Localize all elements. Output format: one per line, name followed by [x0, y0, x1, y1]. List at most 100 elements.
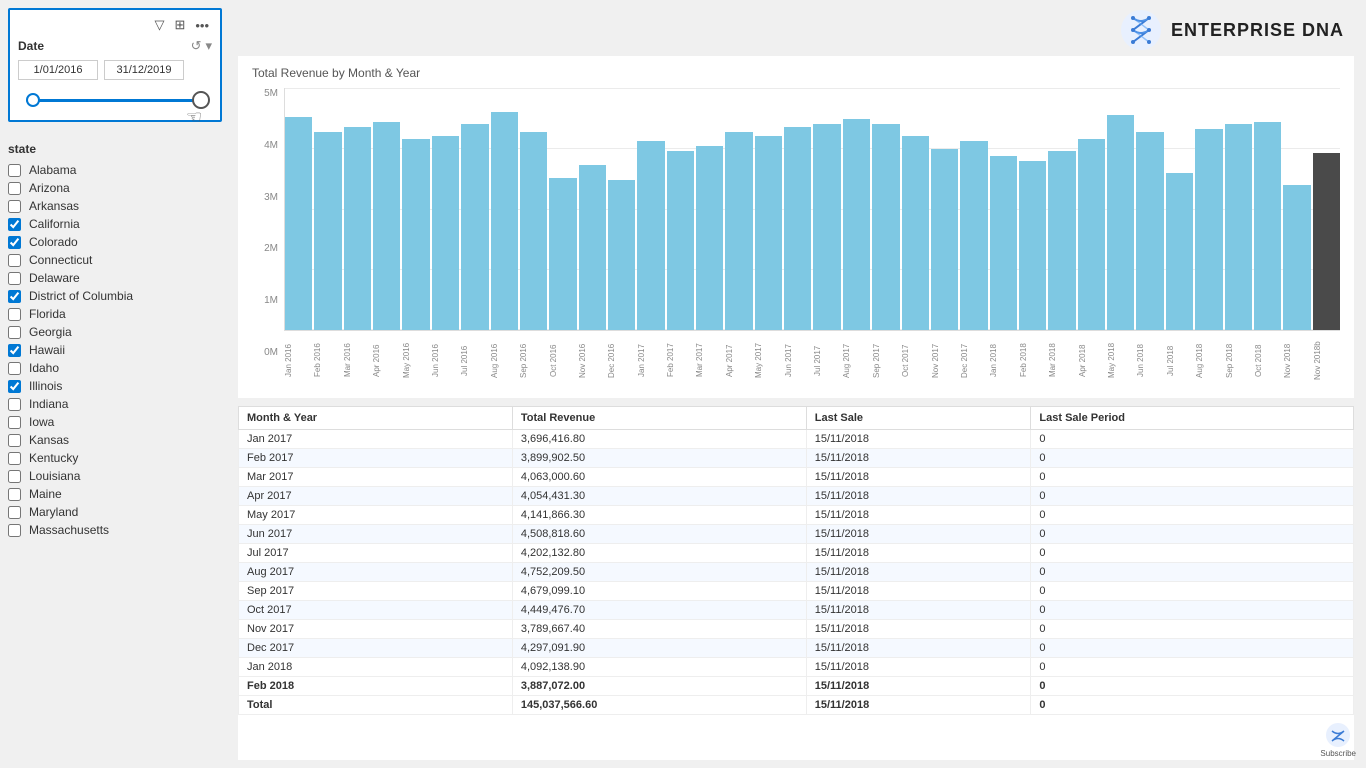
- chart-title: Total Revenue by Month & Year: [252, 66, 1340, 80]
- chart-bar[interactable]: [637, 141, 664, 330]
- table-row: Nov 20173,789,667.4015/11/20180: [239, 620, 1354, 639]
- start-date-input[interactable]: 1/01/2016: [18, 60, 98, 80]
- state-item[interactable]: District of Columbia: [8, 288, 222, 304]
- chart-bar[interactable]: [755, 136, 782, 330]
- state-checkbox[interactable]: [8, 362, 21, 375]
- table-header-cell: Last Sale Period: [1031, 407, 1354, 430]
- chart-bar[interactable]: [344, 127, 371, 330]
- state-item[interactable]: Delaware: [8, 270, 222, 286]
- state-checkbox[interactable]: [8, 218, 21, 231]
- chart-bar[interactable]: [608, 180, 635, 330]
- chart-bar[interactable]: [872, 124, 899, 330]
- chart-bar[interactable]: [314, 132, 341, 330]
- chart-bar[interactable]: [549, 178, 576, 330]
- state-item[interactable]: California: [8, 216, 222, 232]
- chart-bar[interactable]: [725, 132, 752, 330]
- state-item[interactable]: Louisiana: [8, 468, 222, 484]
- subscribe-button[interactable]: Subscribe: [1320, 721, 1356, 758]
- state-item[interactable]: Maine: [8, 486, 222, 502]
- state-checkbox[interactable]: [8, 380, 21, 393]
- chart-bar[interactable]: [1254, 122, 1281, 330]
- state-item[interactable]: Illinois: [8, 378, 222, 394]
- state-checkbox[interactable]: [8, 344, 21, 357]
- x-axis-label: Oct 2016: [549, 333, 576, 388]
- table-cell: May 2017: [239, 506, 513, 525]
- state-item[interactable]: Colorado: [8, 234, 222, 250]
- date-collapse-icon[interactable]: ▾: [205, 38, 212, 54]
- chart-bar[interactable]: [1136, 132, 1163, 330]
- chart-bar[interactable]: [902, 136, 929, 330]
- state-item[interactable]: Idaho: [8, 360, 222, 376]
- state-checkbox[interactable]: [8, 470, 21, 483]
- chart-bar[interactable]: [1313, 153, 1340, 330]
- state-checkbox[interactable]: [8, 452, 21, 465]
- chart-bar[interactable]: [1048, 151, 1075, 330]
- state-checkbox[interactable]: [8, 488, 21, 501]
- more-icon-btn[interactable]: •••: [192, 17, 212, 34]
- state-checkbox[interactable]: [8, 200, 21, 213]
- state-checkbox[interactable]: [8, 434, 21, 447]
- chart-bar[interactable]: [491, 112, 518, 330]
- state-checkbox[interactable]: [8, 416, 21, 429]
- state-checkbox[interactable]: [8, 290, 21, 303]
- state-checkbox[interactable]: [8, 272, 21, 285]
- state-item[interactable]: Georgia: [8, 324, 222, 340]
- state-checkbox[interactable]: [8, 506, 21, 519]
- chart-bar[interactable]: [1225, 124, 1252, 330]
- chart-bar[interactable]: [1166, 173, 1193, 330]
- date-slider[interactable]: ☜: [18, 90, 212, 110]
- chart-bar[interactable]: [373, 122, 400, 330]
- state-item[interactable]: Arkansas: [8, 198, 222, 214]
- chart-bar[interactable]: [784, 127, 811, 330]
- state-checkbox[interactable]: [8, 236, 21, 249]
- slider-handle-right[interactable]: ☜: [192, 91, 210, 109]
- chart-bar[interactable]: [402, 139, 429, 330]
- state-checkbox[interactable]: [8, 254, 21, 267]
- chart-bar[interactable]: [696, 146, 723, 330]
- y-axis-label: 0M: [264, 347, 278, 358]
- chart-bar[interactable]: [432, 136, 459, 330]
- filter-icon-btn[interactable]: ▽: [151, 16, 167, 34]
- slider-handle-left[interactable]: [26, 93, 40, 107]
- state-item[interactable]: Indiana: [8, 396, 222, 412]
- end-date-input[interactable]: 31/12/2019: [104, 60, 184, 80]
- state-checkbox[interactable]: [8, 164, 21, 177]
- subscribe-area: Subscribe: [1320, 721, 1356, 758]
- chart-bar[interactable]: [843, 119, 870, 330]
- state-item[interactable]: Maryland: [8, 504, 222, 520]
- state-item[interactable]: Kentucky: [8, 450, 222, 466]
- chart-bar[interactable]: [1283, 185, 1310, 330]
- state-checkbox[interactable]: [8, 182, 21, 195]
- chart-bar[interactable]: [520, 132, 547, 330]
- state-name-label: Arkansas: [29, 199, 79, 213]
- chart-section: Total Revenue by Month & Year 5M4M3M2M1M…: [238, 56, 1354, 398]
- chart-bar[interactable]: [813, 124, 840, 330]
- state-item[interactable]: Arizona: [8, 180, 222, 196]
- state-checkbox[interactable]: [8, 326, 21, 339]
- state-item[interactable]: Iowa: [8, 414, 222, 430]
- chart-bar[interactable]: [1078, 139, 1105, 330]
- chart-bar[interactable]: [579, 165, 606, 330]
- chart-bar[interactable]: [461, 124, 488, 330]
- state-item[interactable]: Connecticut: [8, 252, 222, 268]
- state-item[interactable]: Alabama: [8, 162, 222, 178]
- state-item[interactable]: Massachusetts: [8, 522, 222, 538]
- chart-bar[interactable]: [931, 149, 958, 331]
- chart-bar[interactable]: [960, 141, 987, 330]
- state-checkbox[interactable]: [8, 398, 21, 411]
- chart-bar[interactable]: [1195, 129, 1222, 330]
- table-scroll-wrapper[interactable]: Month & YearTotal RevenueLast SaleLast S…: [238, 406, 1354, 760]
- state-item[interactable]: Kansas: [8, 432, 222, 448]
- state-checkbox[interactable]: [8, 524, 21, 537]
- chart-bar[interactable]: [1019, 161, 1046, 330]
- state-checkbox[interactable]: [8, 308, 21, 321]
- chart-bar[interactable]: [990, 156, 1017, 330]
- chart-bar[interactable]: [285, 117, 312, 330]
- state-item[interactable]: Florida: [8, 306, 222, 322]
- table-cell: 4,449,476.70: [512, 601, 806, 620]
- chart-bar[interactable]: [667, 151, 694, 330]
- chart-bar[interactable]: [1107, 115, 1134, 330]
- state-item[interactable]: Hawaii: [8, 342, 222, 358]
- date-reset-icon[interactable]: ↺: [191, 38, 202, 54]
- export-icon-btn[interactable]: ⊞: [171, 16, 188, 34]
